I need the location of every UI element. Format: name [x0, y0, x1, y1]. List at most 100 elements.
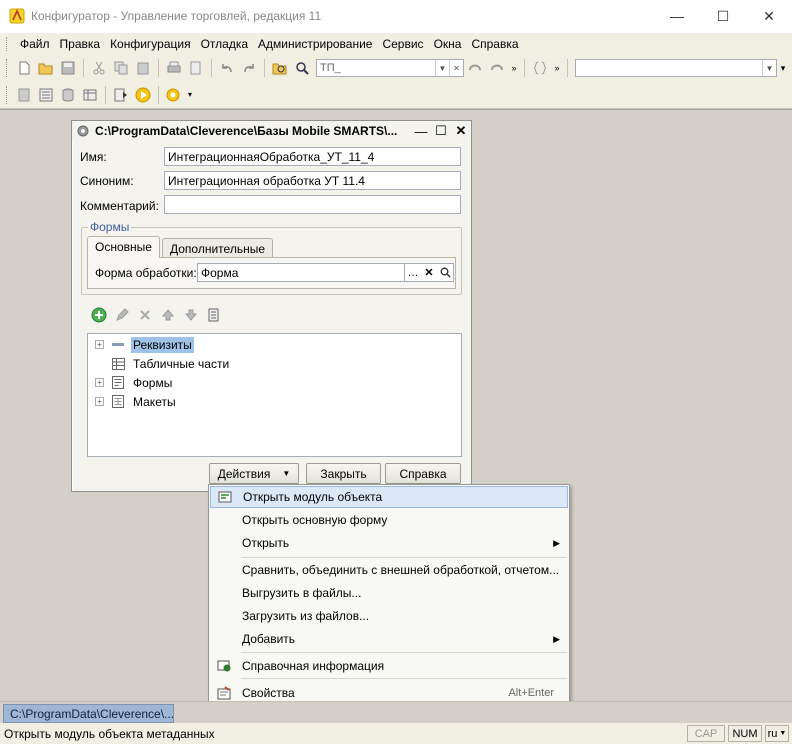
menu-separator	[241, 557, 567, 558]
table-icon[interactable]	[79, 84, 101, 106]
new-file-icon[interactable]	[13, 57, 35, 79]
copy-icon[interactable]	[110, 57, 132, 79]
menu-windows[interactable]: Окна	[429, 37, 467, 51]
sort-icon[interactable]	[205, 306, 223, 324]
language-indicator[interactable]: ru ▼	[765, 725, 789, 742]
search-prev-icon[interactable]	[464, 57, 486, 79]
menu-edit[interactable]: Правка	[55, 37, 106, 51]
toolbar-separator	[158, 59, 159, 77]
select-icon[interactable]: …	[405, 267, 421, 279]
menu-item-export-files[interactable]: Выгрузить в файлы...	[210, 582, 568, 604]
chevron-down-icon[interactable]: ▼	[762, 60, 776, 76]
open-folder-icon[interactable]	[35, 57, 57, 79]
menu-service[interactable]: Сервис	[377, 37, 428, 51]
help-button[interactable]: Справка	[385, 463, 461, 484]
menu-item-open-main-form[interactable]: Открыть основную форму	[210, 509, 568, 531]
compare-icon[interactable]	[35, 84, 57, 106]
secondary-toolbar: ▾	[0, 81, 792, 109]
play-icon[interactable]	[132, 84, 154, 106]
close-dialog-button[interactable]: Закрыть	[306, 463, 381, 484]
status-bar: Открыть модуль объекта метаданных CAP NU…	[0, 723, 792, 744]
search-combo[interactable]: ТП_ ▼ ✕	[316, 59, 464, 77]
taskbar-item-label: C:\ProgramData\Cleverence\...	[10, 706, 175, 721]
brackets-icon[interactable]	[529, 57, 551, 79]
debug-mode-icon[interactable]	[163, 84, 185, 106]
toolbar-overflow-icon[interactable]: »	[508, 57, 520, 79]
config-tree-icon[interactable]	[13, 84, 35, 106]
minimize-button[interactable]: —	[654, 0, 700, 32]
app-window: Конфигуратор - Управление торговлей, ред…	[0, 0, 792, 744]
database-icon[interactable]	[57, 84, 79, 106]
toolbar-overflow-icon[interactable]: ▾	[777, 57, 789, 79]
tree-item-label: Табличные части	[133, 356, 230, 371]
redo-icon[interactable]	[238, 57, 260, 79]
toolbar-grip[interactable]	[6, 59, 9, 77]
add-icon[interactable]	[90, 306, 108, 324]
clear-icon[interactable]: ✕	[421, 266, 437, 279]
toolbar-overflow-icon[interactable]: »	[551, 57, 563, 79]
app-logo-icon	[9, 8, 25, 24]
tab-main[interactable]: Основные	[87, 236, 160, 258]
delete-icon[interactable]	[136, 306, 154, 324]
form-field[interactable]: Форма	[197, 263, 405, 282]
edit-icon[interactable]	[113, 306, 131, 324]
search-combo-value[interactable]: ТП_	[317, 62, 435, 74]
paste-icon[interactable]	[132, 57, 154, 79]
tree-item-tabular-sections[interactable]: Табличные части	[88, 354, 231, 373]
tab-additional[interactable]: Дополнительные	[162, 238, 273, 258]
menu-administration[interactable]: Администрирование	[253, 37, 377, 51]
expand-icon[interactable]: +	[95, 378, 104, 387]
toolbar-separator	[567, 59, 568, 77]
tree-item-label: Формы	[133, 375, 173, 390]
tree-item-attributes[interactable]: + Реквизиты	[88, 335, 194, 354]
tree-item-templates[interactable]: + Макеты	[88, 392, 178, 411]
synonym-field[interactable]: Интеграционная обработка УТ 11.4	[164, 171, 461, 190]
expand-icon[interactable]: +	[95, 397, 104, 406]
save-icon[interactable]	[57, 57, 79, 79]
menu-debug[interactable]: Отладка	[196, 37, 253, 51]
dialog-close-icon[interactable]: ✕	[451, 123, 471, 139]
menu-grip[interactable]	[6, 37, 9, 51]
dialog-minimize-icon[interactable]: —	[411, 124, 431, 139]
name-field[interactable]: ИнтеграционнаяОбработка_УТ_11_4	[164, 147, 461, 166]
dialog-title-bar[interactable]: C:\ProgramData\Cleverence\Базы Mobile SM…	[72, 121, 471, 141]
dialog-maximize-icon[interactable]: ☐	[431, 123, 451, 139]
maximize-button[interactable]: ☐	[700, 0, 746, 32]
print-preview-icon[interactable]	[185, 57, 207, 79]
expand-icon[interactable]: +	[95, 340, 104, 349]
menu-configuration[interactable]: Конфигурация	[105, 37, 196, 51]
search-next-icon[interactable]	[486, 57, 508, 79]
menu-file[interactable]: Файл	[15, 37, 55, 51]
menu-item-compare-merge[interactable]: Сравнить, объединить с внешней обработко…	[210, 559, 568, 581]
run-debug-icon[interactable]	[110, 84, 132, 106]
comment-field[interactable]	[164, 195, 461, 214]
chevron-down-icon[interactable]: ▾	[185, 84, 195, 106]
template-icon	[111, 395, 125, 409]
menu-help[interactable]: Справка	[466, 37, 523, 51]
chevron-down-icon[interactable]: ▼	[435, 60, 449, 76]
print-icon[interactable]	[163, 57, 185, 79]
menu-item-add[interactable]: Добавить ▶	[210, 628, 568, 650]
search-icon[interactable]	[291, 57, 313, 79]
tree-item-forms[interactable]: + Формы	[88, 373, 174, 392]
move-up-icon[interactable]	[159, 306, 177, 324]
close-button[interactable]: ✕	[746, 0, 792, 32]
taskbar-item-dialog[interactable]: C:\ProgramData\Cleverence\...	[3, 704, 174, 723]
module-combo[interactable]: ▼	[575, 59, 777, 77]
synonym-label: Синоним:	[80, 174, 134, 188]
move-down-icon[interactable]	[182, 306, 200, 324]
cut-icon[interactable]	[88, 57, 110, 79]
actions-button[interactable]: Действия ▼	[209, 463, 299, 484]
menu-item-import-files[interactable]: Загрузить из файлов...	[210, 605, 568, 627]
open-icon[interactable]	[437, 267, 453, 278]
clear-icon[interactable]: ✕	[449, 60, 463, 76]
find-in-folder-icon[interactable]	[269, 57, 291, 79]
tree-toolbar	[90, 306, 223, 324]
menu-item-open[interactable]: Открыть ▶	[210, 532, 568, 554]
menu-item-open-object-module[interactable]: Открыть модуль объекта	[210, 486, 568, 508]
form-field-buttons: … ✕	[404, 263, 454, 282]
menu-item-help-info[interactable]: Справочная информация	[210, 655, 568, 677]
toolbar-grip[interactable]	[6, 85, 9, 104]
tree-item-label: Реквизиты	[131, 336, 194, 353]
undo-icon[interactable]	[216, 57, 238, 79]
